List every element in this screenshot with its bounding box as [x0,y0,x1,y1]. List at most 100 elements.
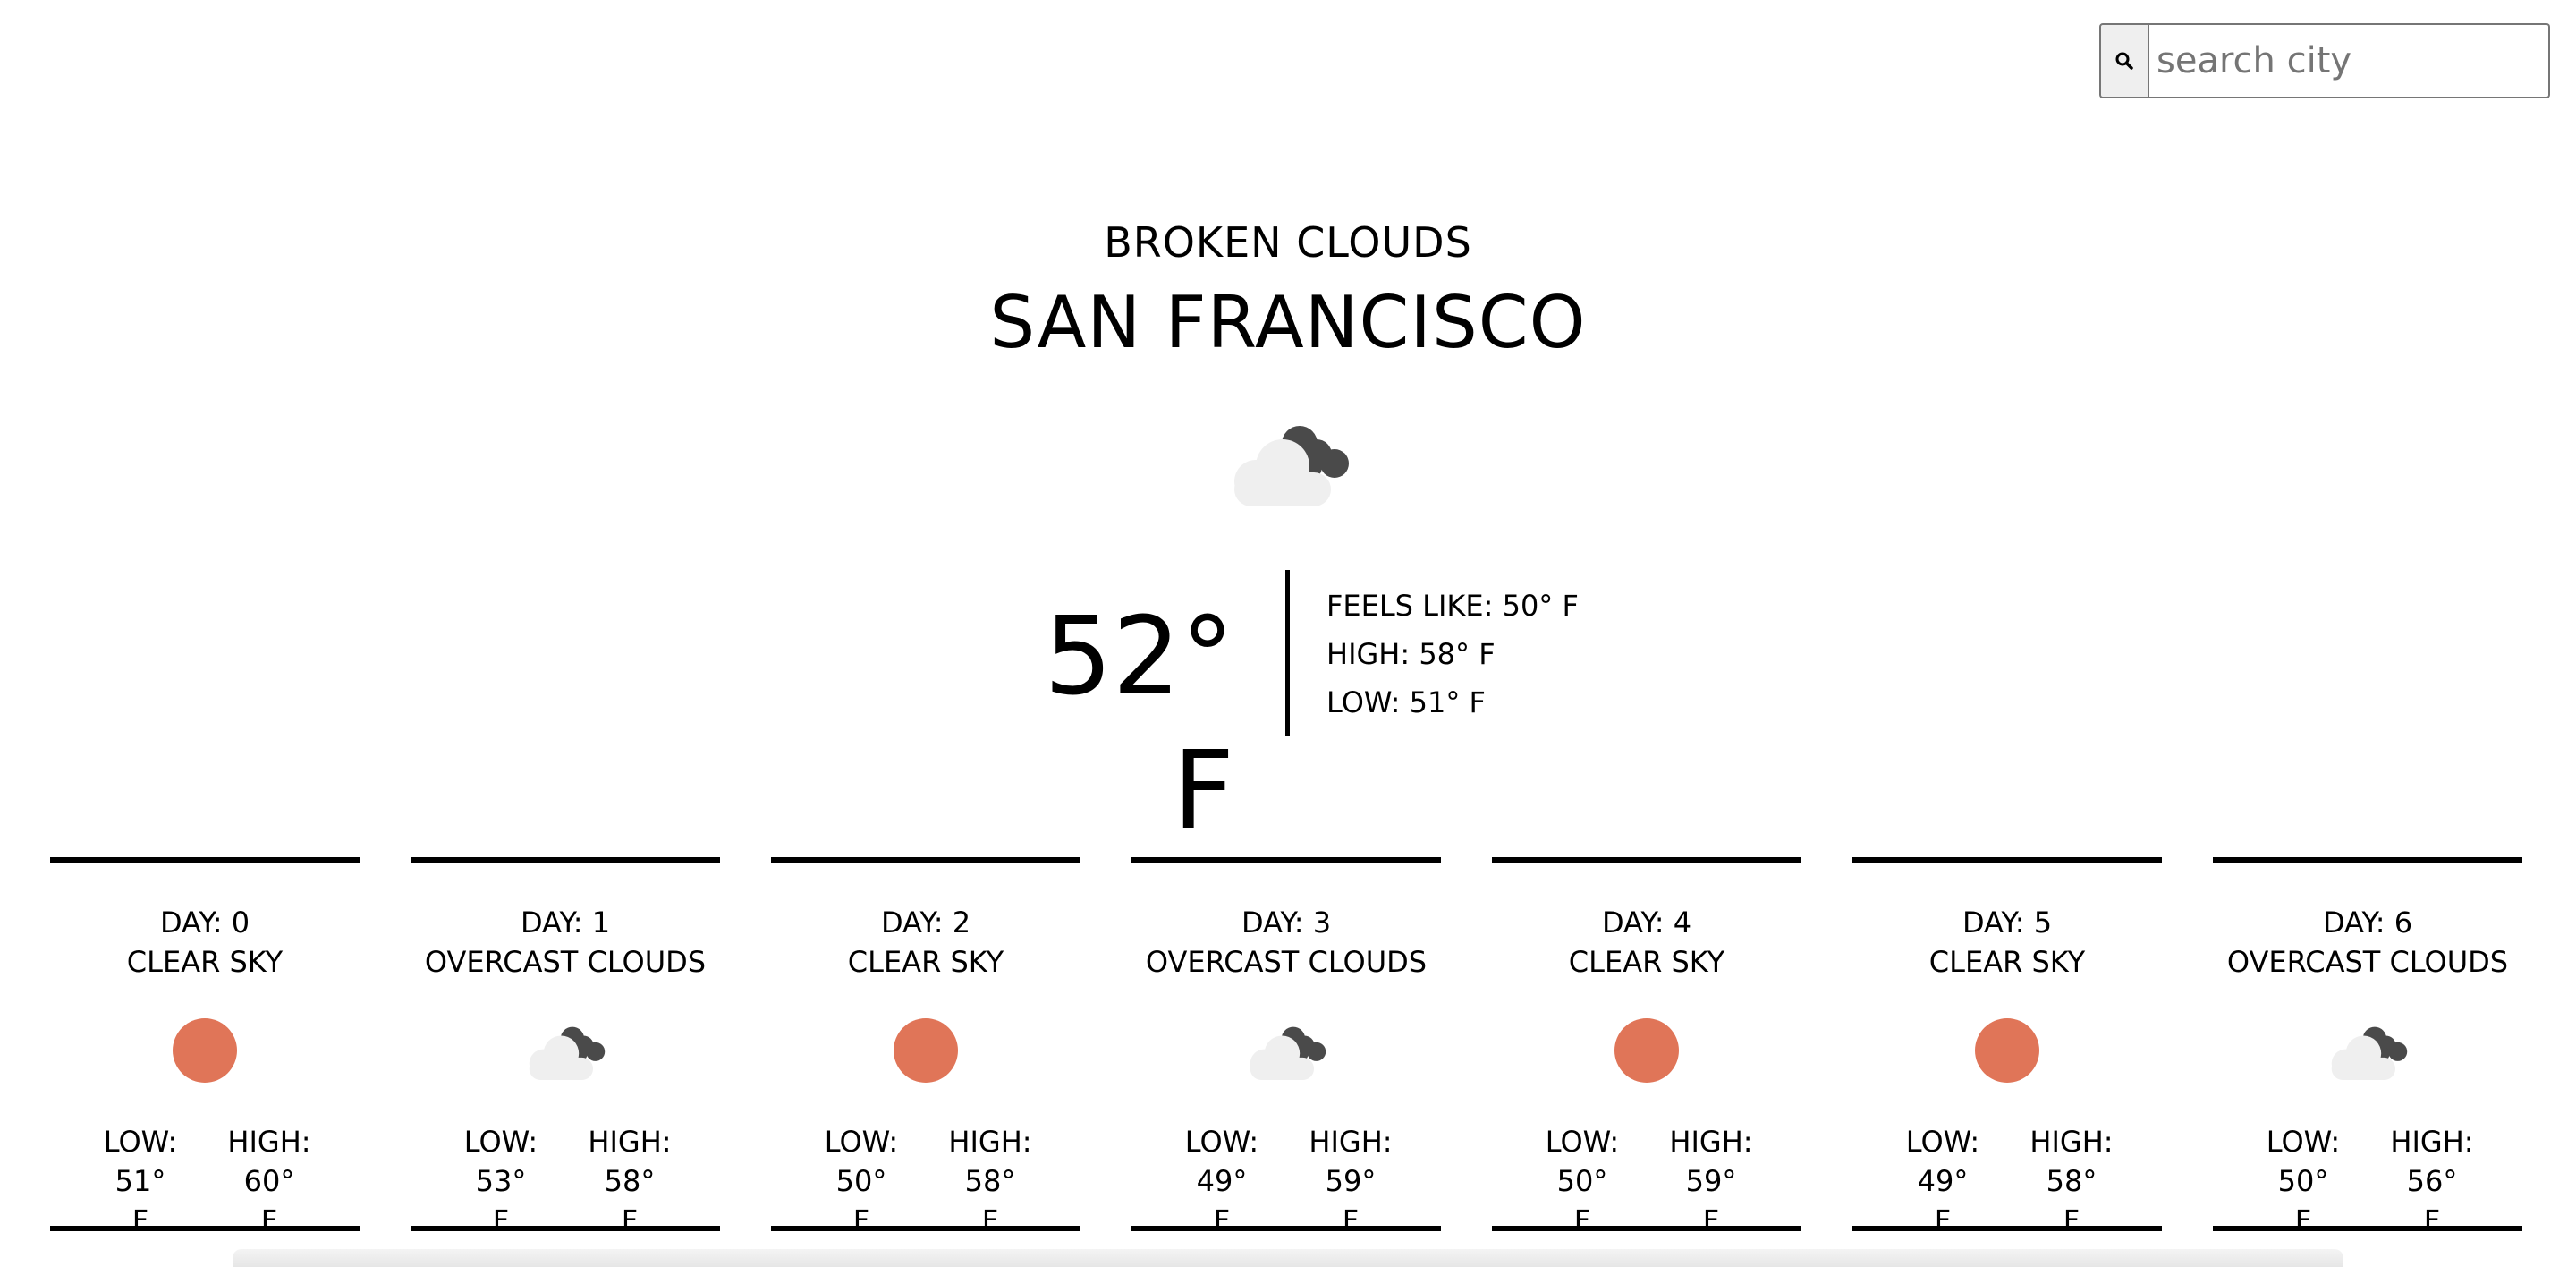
forecast-high-value: HIGH: 58° [588,1125,672,1198]
forecast-low: LOW: 50° F [803,1122,919,1240]
forecast-low: LOW: 50° F [2245,1122,2361,1240]
sun-icon [1975,1018,2039,1083]
forecast-low: LOW: 49° F [1164,1122,1280,1240]
forecast-low-unit: F [1573,1203,1591,1237]
forecast-day-label: DAY: 1 [520,906,611,940]
forecast-high-unit: F [1342,1203,1360,1237]
forecast-day-label: DAY: 5 [1962,906,2053,940]
forecast-high-unit: F [2423,1203,2441,1237]
forecast-day-card: DAY: 6 OVERCAST CLOUDS LOW: 50° F HIGH: 56° F [2213,857,2522,1237]
forecast-low-value: LOW: 49° [1184,1125,1259,1198]
forecast-day-card: DAY: 3 OVERCAST CLOUDS LOW: 49° F HIGH: 59° F [1131,857,1441,1237]
forecast-high: HIGH: 59° F [1292,1122,1409,1240]
forecast-temps: LOW: 50° F HIGH: 56° F [2213,1122,2522,1240]
forecast-high: HIGH: 58° F [572,1122,688,1240]
forecast-temps: LOW: 53° F HIGH: 58° F [411,1122,720,1240]
forecast-high: HIGH: 60° F [211,1122,327,1240]
forecast-icon-wrap [2213,1015,2522,1086]
high-temp: HIGH: 58° F [1326,637,1496,671]
forecast-icon-wrap [1852,1015,2162,1086]
forecast-high: HIGH: 58° F [932,1122,1048,1240]
forecast-low-value: LOW: 50° [824,1125,899,1198]
forecast-description: OVERCAST CLOUDS [1145,945,1428,979]
forecast-day-card: DAY: 5 CLEAR SKY LOW: 49° F HIGH: 58° F [1852,857,2162,1237]
current-description: BROKEN CLOUDS [1104,218,1472,267]
forecast-high-value: HIGH: 58° [2029,1125,2114,1198]
forecast-low: LOW: 49° F [1885,1122,2001,1240]
forecast-description: CLEAR SKY [1568,945,1725,979]
forecast-high-unit: F [981,1203,999,1237]
weather-app: BROKEN CLOUDS SAN FRANCISCO 52° F FEELS … [0,0,2576,1267]
forecast-temps: LOW: 49° F HIGH: 58° F [1852,1122,2162,1240]
forecast-day-label: DAY: 4 [1601,906,1692,940]
forecast-low: LOW: 53° F [443,1122,559,1240]
forecast-low-unit: F [2294,1203,2312,1237]
forecast-low-value: LOW: 49° [1905,1125,1980,1198]
forecast-low-value: LOW: 51° [103,1125,178,1198]
forecast-low-value: LOW: 53° [463,1125,538,1198]
forecast-day-label: DAY: 3 [1241,906,1332,940]
forecast-low: LOW: 51° F [82,1122,199,1240]
search-icon [2115,52,2133,70]
cloud-icon [1250,1026,1326,1080]
cloud-icon [529,1026,606,1080]
forecast-high-unit: F [1702,1203,1720,1237]
cloud-icon [2331,1026,2408,1080]
forecast-temps: LOW: 51° F HIGH: 60° F [50,1122,360,1240]
forecast-high: HIGH: 58° F [2013,1122,2130,1240]
forecast-low-unit: F [492,1203,510,1237]
forecast-high-value: HIGH: 59° [1669,1125,1753,1198]
forecast-description: OVERCAST CLOUDS [424,945,707,979]
forecast-icon-wrap [411,1015,720,1086]
city-name: SAN FRANCISCO [989,281,1587,364]
temperature-details: FEELS LIKE: 50° F HIGH: 58° F LOW: 51° F [1326,582,1579,727]
forecast-high-value: HIGH: 60° [227,1125,311,1198]
forecast-list: DAY: 0 CLEAR SKY LOW: 51° F HIGH: 60° F DAY: 1… [50,857,2526,1237]
forecast-high-unit: F [2063,1203,2080,1237]
forecast-high: HIGH: 56° F [2374,1122,2490,1240]
forecast-low-unit: F [1934,1203,1952,1237]
forecast-low: LOW: 50° F [1524,1122,1640,1240]
forecast-high-value: HIGH: 59° [1309,1125,1393,1198]
sun-icon [894,1018,958,1083]
forecast-day-card: DAY: 0 CLEAR SKY LOW: 51° F HIGH: 60° F [50,857,360,1237]
forecast-icon-wrap [1492,1015,1801,1086]
forecast-description: CLEAR SKY [126,945,284,979]
forecast-description: CLEAR SKY [847,945,1004,979]
broken-clouds-icon [1234,426,1349,506]
feels-like: FEELS LIKE: 50° F [1326,589,1579,623]
sun-icon [1614,1018,1679,1083]
forecast-low-value: LOW: 50° [2266,1125,2341,1198]
forecast-high-value: HIGH: 56° [2390,1125,2474,1198]
forecast-low-unit: F [131,1203,149,1237]
forecast-high-value: HIGH: 58° [948,1125,1032,1198]
forecast-day-label: DAY: 0 [159,906,250,940]
forecast-low-unit: F [852,1203,870,1237]
forecast-low-value: LOW: 50° [1545,1125,1620,1198]
forecast-description: OVERCAST CLOUDS [2226,945,2509,979]
forecast-low-unit: F [1213,1203,1231,1237]
low-temp: LOW: 51° F [1326,685,1486,719]
divider [1285,570,1290,736]
forecast-day-card: DAY: 2 CLEAR SKY LOW: 50° F HIGH: 58° F [771,857,1080,1237]
forecast-day-label: DAY: 6 [2322,906,2413,940]
forecast-temps: LOW: 50° F HIGH: 59° F [1492,1122,1801,1240]
forecast-high-unit: F [621,1203,639,1237]
search-bar [2099,23,2550,98]
search-input[interactable] [2149,23,2550,98]
sun-icon [173,1018,237,1083]
forecast-icon-wrap [1131,1015,1441,1086]
forecast-high-unit: F [260,1203,278,1237]
search-button[interactable] [2099,23,2149,98]
forecast-description: CLEAR SKY [1928,945,2086,979]
forecast-temps: LOW: 49° F HIGH: 59° F [1131,1122,1441,1240]
forecast-icon-wrap [50,1015,360,1086]
page-bottom-edge [233,1249,2343,1267]
forecast-temps: LOW: 50° F HIGH: 58° F [771,1122,1080,1240]
current-temperature: 52° F [1044,595,1234,854]
forecast-day-card: DAY: 4 CLEAR SKY LOW: 50° F HIGH: 59° F [1492,857,1801,1237]
forecast-icon-wrap [771,1015,1080,1086]
forecast-day-card: DAY: 1 OVERCAST CLOUDS LOW: 53° F HIGH: 58° F [411,857,720,1237]
forecast-high: HIGH: 59° F [1653,1122,1769,1240]
forecast-day-label: DAY: 2 [880,906,971,940]
